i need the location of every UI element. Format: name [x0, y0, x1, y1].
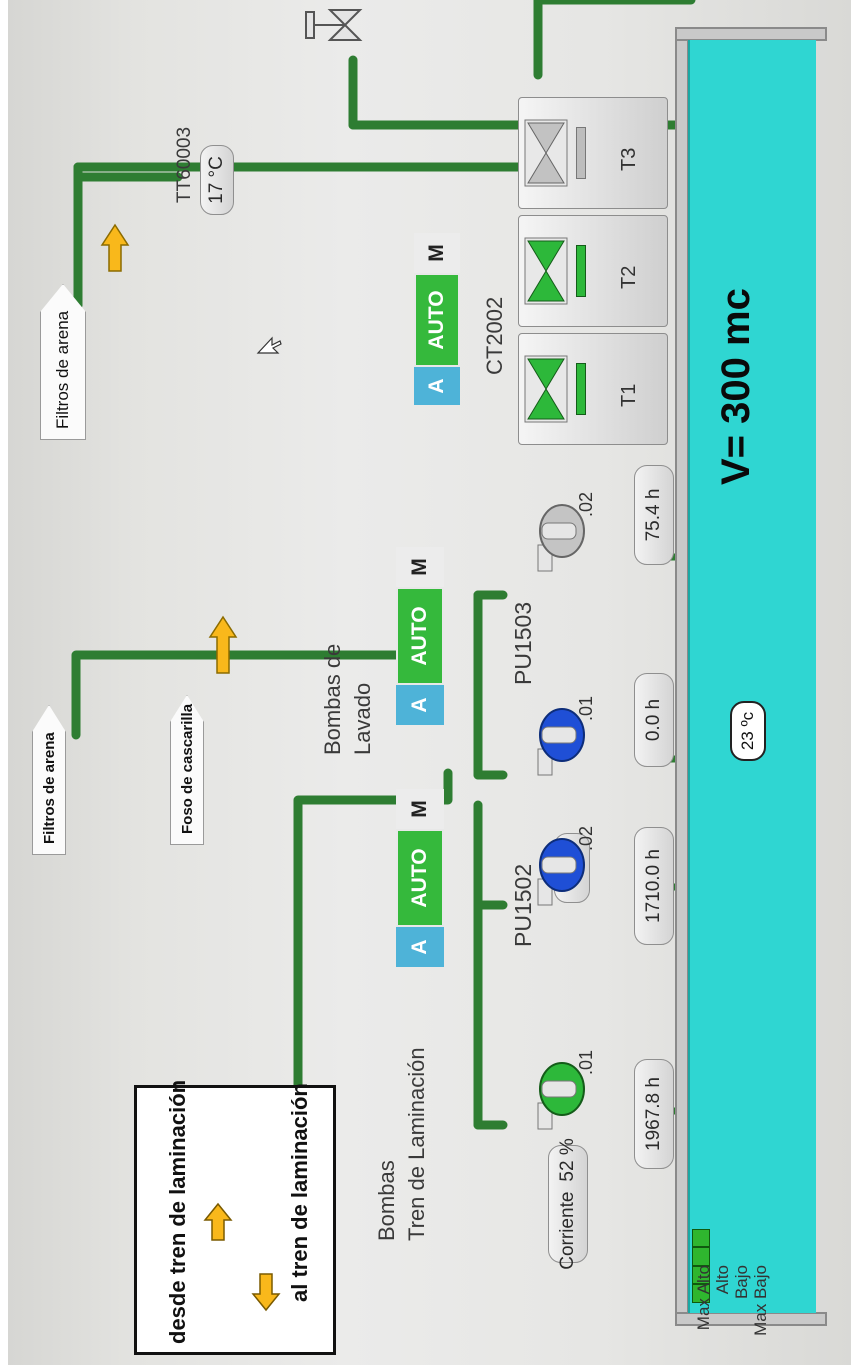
fan-valve-icon [524, 355, 568, 423]
pump-id: .02 [576, 825, 596, 851]
tower-level-bar [576, 127, 586, 179]
pipe-return-3 [533, 0, 696, 80]
destination-filtros-1[interactable]: Filtros de arena [32, 705, 66, 855]
mode-a-button[interactable]: A [396, 927, 444, 967]
pump-pu1503-01[interactable]: .01 [528, 696, 596, 779]
group-lavado-title-2: Lavado [350, 682, 375, 755]
group-laminacion-title-2: Tren de Laminación [404, 1047, 429, 1241]
tower-cell-t1[interactable]: T1 [518, 333, 668, 445]
legend-max-bajo: Max Bajo [751, 1265, 770, 1336]
mode-auto-button[interactable]: AUTO [396, 587, 444, 685]
process-tank [688, 40, 816, 1313]
hmi-stage: V= 300 mc 23 ºc Max Alto Alto Bajo Max B… [8, 0, 851, 1365]
valve-icon [305, 9, 363, 41]
legend-alto: Alto [713, 1265, 732, 1295]
tt60003-value: 17 °C [200, 145, 234, 215]
level-cell [692, 1247, 710, 1266]
corriente-value: 52 % [557, 1138, 578, 1182]
pump-pu1503-02[interactable]: .02 [528, 492, 596, 575]
pu1503-02-hours: 75.4 h [634, 465, 674, 565]
tower-level-bar [576, 363, 586, 415]
pu1502-mode-selector: A AUTO M [396, 757, 444, 967]
mode-auto-button[interactable]: AUTO [414, 273, 460, 367]
legend-max-alto: Max Alto [694, 1265, 713, 1331]
corriente-display: Corriente 52 % [548, 1138, 588, 1270]
group-lavado-title-1: Bombas de [320, 643, 345, 755]
tower-cell-t3[interactable]: T3 [518, 97, 668, 209]
level-cell [692, 1229, 710, 1248]
arrow-right-icon [203, 1202, 233, 1241]
legend-bajo: Bajo [732, 1265, 751, 1300]
tower-cell-label: T3 [618, 147, 640, 171]
hmi-screen-photo: V= 300 mc 23 ºc Max Alto Alto Bajo Max B… [8, 0, 851, 1365]
group-laminacion-title-1: Bombas [374, 1160, 399, 1241]
arrow-left-icon [251, 1273, 281, 1312]
tower-cell-label: T1 [618, 383, 640, 407]
pu1503-01-hours: 0.0 h [634, 673, 674, 767]
tower-cell-t2[interactable]: T2 [518, 215, 668, 327]
mode-m-button[interactable]: M [396, 547, 444, 587]
fan-valve-icon [524, 119, 568, 187]
legend-box: desde tren de laminación al tren de lami… [134, 1080, 336, 1355]
fan-valve-icon [524, 237, 568, 305]
tt60003-tag: TT60003 [174, 126, 195, 203]
pump-id: .01 [576, 1049, 596, 1075]
pump-pu1502-01[interactable]: .01 [528, 1050, 596, 1133]
destination-foso[interactable]: Foso de cascarilla [170, 695, 204, 845]
pu1503-tag: PU1503 [510, 601, 536, 685]
ct2002-mode-selector: A AUTO M [414, 205, 460, 405]
pu1502-01-hours: 1967.8 h [634, 1059, 674, 1169]
arrow-up-icon [100, 223, 130, 272]
corriente-label: Corriente [557, 1191, 578, 1270]
pu1502-02-hours: 1710.0 h [634, 827, 674, 945]
mode-a-button[interactable]: A [414, 367, 460, 405]
to-laminacion-label: al tren de laminación [287, 1083, 312, 1302]
tower-cell-label: T2 [618, 265, 640, 289]
pump-id: .02 [576, 491, 596, 517]
mode-m-button[interactable]: M [414, 233, 460, 273]
pu1503-mode-selector: A AUTO M [396, 515, 444, 725]
mouse-cursor-icon [256, 336, 282, 354]
tank-volume: V= 300 mc [714, 288, 758, 485]
mode-m-button[interactable]: M [396, 789, 444, 829]
tank-temperature: 23 ºc [730, 701, 766, 761]
level-legend: Max Alto Alto Bajo Max Bajo [694, 1265, 770, 1365]
mode-a-button[interactable]: A [396, 685, 444, 725]
pump-pu1502-02[interactable]: .02 [528, 826, 596, 909]
destination-filtros-2[interactable]: Filtros de arena [40, 284, 86, 440]
tower-level-bar [576, 245, 586, 297]
pump-id: .01 [576, 695, 596, 721]
ct2002-tag: CT2002 [482, 296, 507, 375]
mode-auto-button[interactable]: AUTO [396, 829, 444, 927]
from-laminacion-label: desde tren de laminación [165, 1079, 190, 1344]
arrow-up-icon [208, 615, 238, 674]
